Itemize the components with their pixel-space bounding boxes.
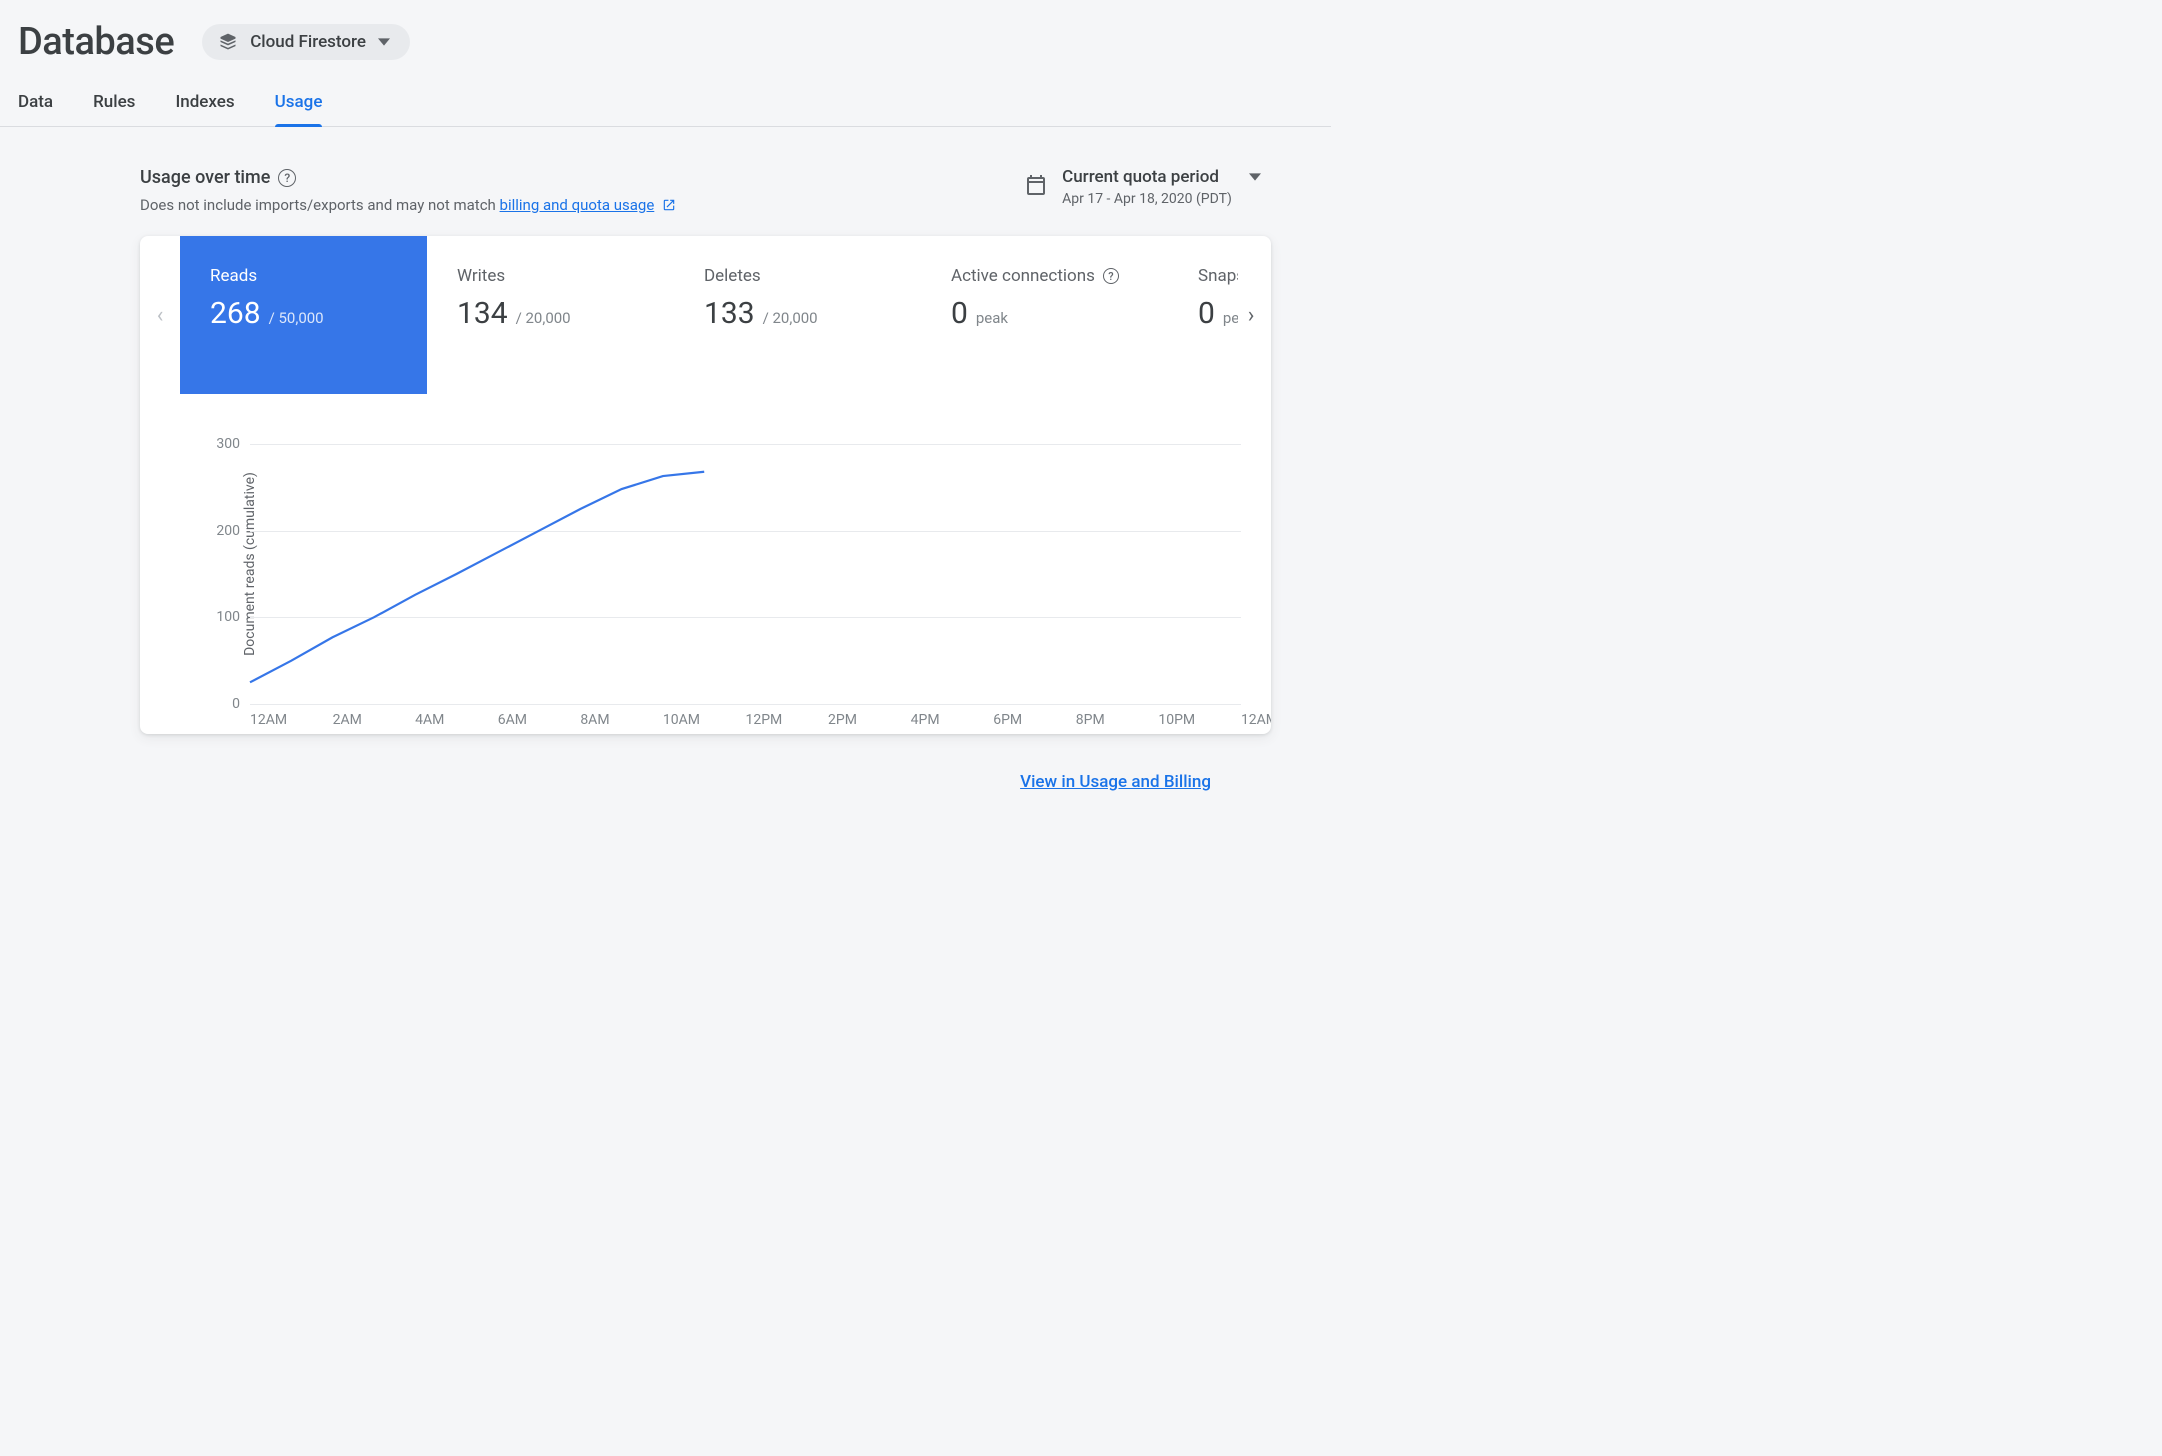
- period-label: Current quota period: [1062, 167, 1219, 187]
- chart-plot: 010020030012AM2AM4AM6AM8AM10AM12PM2PM4PM…: [250, 444, 1241, 704]
- page-title: Database: [18, 20, 174, 64]
- metric-value: 0: [1198, 296, 1215, 331]
- section-title: Usage over time: [140, 167, 270, 188]
- calendar-icon: [1024, 173, 1048, 201]
- view-usage-billing-link[interactable]: View in Usage and Billing: [1020, 772, 1211, 792]
- help-icon[interactable]: ?: [278, 169, 296, 187]
- chart-line: [250, 444, 1241, 704]
- external-link-icon: [662, 198, 676, 216]
- y-tick: 200: [200, 523, 240, 539]
- chevron-down-icon: [378, 33, 390, 52]
- billing-quota-link[interactable]: billing and quota usage: [500, 196, 655, 214]
- metric-tab-deletes[interactable]: Deletes 133 / 20,000: [674, 236, 921, 394]
- database-selector-label: Cloud Firestore: [250, 32, 366, 52]
- period-dropdown[interactable]: Current quota period Apr 17 - Apr 18, 20…: [1024, 167, 1271, 207]
- metric-limit: / 50,000: [269, 309, 324, 327]
- metric-tab-reads[interactable]: Reads 268 / 50,000: [180, 236, 427, 394]
- usage-card: ‹ Reads268/ 50,000Writes134/ 20,000Delet…: [140, 236, 1271, 734]
- metric-value: 134: [457, 296, 508, 331]
- y-tick: 100: [200, 609, 240, 625]
- section-subtitle: Does not include imports/exports and may…: [140, 196, 676, 216]
- metric-name: Writes: [457, 266, 505, 286]
- metric-limit: peak: [976, 309, 1008, 327]
- metric-limit: / 20,000: [516, 309, 571, 327]
- tab-data[interactable]: Data: [18, 92, 53, 126]
- metric-tab-active-connections[interactable]: Active connections? 0 peak: [921, 236, 1168, 394]
- metric-name: Deletes: [704, 266, 761, 286]
- period-range: Apr 17 - Apr 18, 2020 (PDT): [1062, 191, 1261, 207]
- metric-value: 268: [210, 296, 261, 331]
- gridline: [250, 704, 1241, 705]
- metric-name: Active connections: [951, 266, 1095, 286]
- metric-tab-snapshot-listeners[interactable]: Snapsh0peak: [1168, 236, 1238, 394]
- chevron-right-icon: ›: [1248, 303, 1255, 328]
- scroll-left-button[interactable]: ‹: [140, 236, 180, 394]
- metric-value: 0: [951, 296, 968, 331]
- database-selector-dropdown[interactable]: Cloud Firestore: [202, 24, 410, 60]
- x-axis: 12AM2AM4AM6AM8AM10AM12PM2PM4PM6PM8PM10PM…: [250, 712, 1241, 728]
- scroll-right-button[interactable]: ›: [1231, 236, 1271, 394]
- metric-value: 133: [704, 296, 755, 331]
- tab-indexes[interactable]: Indexes: [175, 92, 234, 126]
- metric-name: Reads: [210, 266, 257, 286]
- y-tick: 300: [200, 436, 240, 452]
- metric-tab-writes[interactable]: Writes 134 / 20,000: [427, 236, 674, 394]
- chevron-down-icon: [1249, 168, 1261, 187]
- metric-limit: / 20,000: [763, 309, 818, 327]
- tabs: Data Rules Indexes Usage: [0, 64, 1331, 127]
- help-icon[interactable]: ?: [1103, 268, 1119, 284]
- y-tick: 0: [200, 696, 240, 712]
- tab-usage[interactable]: Usage: [275, 92, 323, 126]
- chevron-left-icon: ‹: [157, 303, 164, 328]
- tab-rules[interactable]: Rules: [93, 92, 135, 126]
- firestore-icon: [218, 32, 238, 52]
